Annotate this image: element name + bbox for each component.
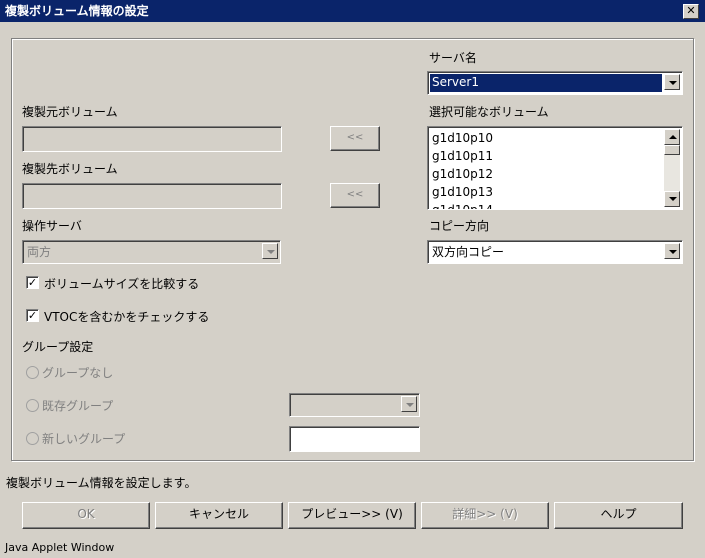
dest-volume-label: 複製先ボリューム [22, 162, 118, 176]
list-item[interactable]: g1d10p10 [432, 131, 493, 145]
set-source-button[interactable]: << [330, 126, 380, 151]
preview-button[interactable]: プレビュー>> (V) [288, 502, 416, 529]
close-button[interactable]: ✕ [683, 4, 699, 19]
chevron-down-icon[interactable] [664, 74, 680, 90]
applet-footer: Java Applet Window [5, 541, 115, 554]
check-vtoc-checkbox[interactable]: ✓ [26, 309, 39, 322]
scroll-down-icon[interactable] [664, 191, 680, 207]
chevron-down-icon [262, 243, 278, 259]
group-new-label: 新しいグループ [42, 432, 126, 446]
list-item[interactable]: g1d10p13 [432, 185, 493, 199]
group-existing-radio [26, 399, 39, 412]
new-group-input[interactable] [289, 426, 420, 452]
help-button[interactable]: ヘルプ [554, 502, 683, 529]
op-server-label: 操作サーバ [22, 219, 82, 233]
scroll-thumb[interactable] [664, 145, 680, 155]
close-icon: ✕ [686, 4, 696, 17]
source-volume-label: 複製元ボリューム [22, 105, 118, 119]
server-select-value: Server1 [432, 75, 479, 89]
volume-list-scrollbar[interactable] [664, 129, 680, 207]
list-item[interactable]: g1d10p14 [432, 203, 493, 209]
source-volume-field [22, 126, 282, 152]
server-label: サーバ名 [429, 51, 477, 65]
group-new-radio [26, 432, 39, 445]
dest-volume-field [22, 183, 282, 209]
chevron-down-icon[interactable] [664, 243, 680, 259]
list-item[interactable]: g1d10p12 [432, 167, 493, 181]
existing-group-select [289, 393, 420, 417]
volume-list[interactable]: g1d10p10 g1d10p11 g1d10p12 g1d10p13 g1d1… [427, 126, 683, 210]
op-server-value: 両方 [27, 245, 52, 259]
op-server-select: 両方 [22, 240, 281, 264]
group-none-label: グループなし [42, 366, 114, 380]
detail-button[interactable]: 詳細>> (V) [421, 502, 549, 529]
copy-direction-value: 双方向コピー [432, 245, 505, 259]
scroll-up-icon[interactable] [664, 129, 680, 145]
compare-size-label[interactable]: ボリュームサイズを比較する [44, 275, 199, 292]
check-vtoc-label[interactable]: VTOCを含むかをチェックする [44, 308, 209, 325]
chevron-down-icon [401, 396, 417, 412]
server-select[interactable]: Server1 [427, 71, 683, 95]
status-text: 複製ボリューム情報を設定します。 [6, 476, 197, 490]
copy-direction-select[interactable]: 双方向コピー [427, 240, 683, 264]
group-none-radio [26, 366, 39, 379]
volumes-label: 選択可能なボリューム [429, 105, 549, 119]
set-dest-button[interactable]: << [330, 183, 380, 208]
group-settings-label: グループ設定 [22, 340, 94, 354]
group-existing-label: 既存グループ [42, 399, 114, 413]
window-title: 複製ボリューム情報の設定 [5, 4, 149, 18]
compare-size-checkbox[interactable]: ✓ [26, 276, 39, 289]
cancel-button[interactable]: キャンセル [155, 502, 283, 529]
list-item[interactable]: g1d10p11 [432, 149, 493, 163]
copy-direction-label: コピー方向 [429, 219, 490, 233]
title-bar: 複製ボリューム情報の設定 ✕ [0, 0, 705, 22]
ok-button[interactable]: OK [22, 502, 150, 529]
